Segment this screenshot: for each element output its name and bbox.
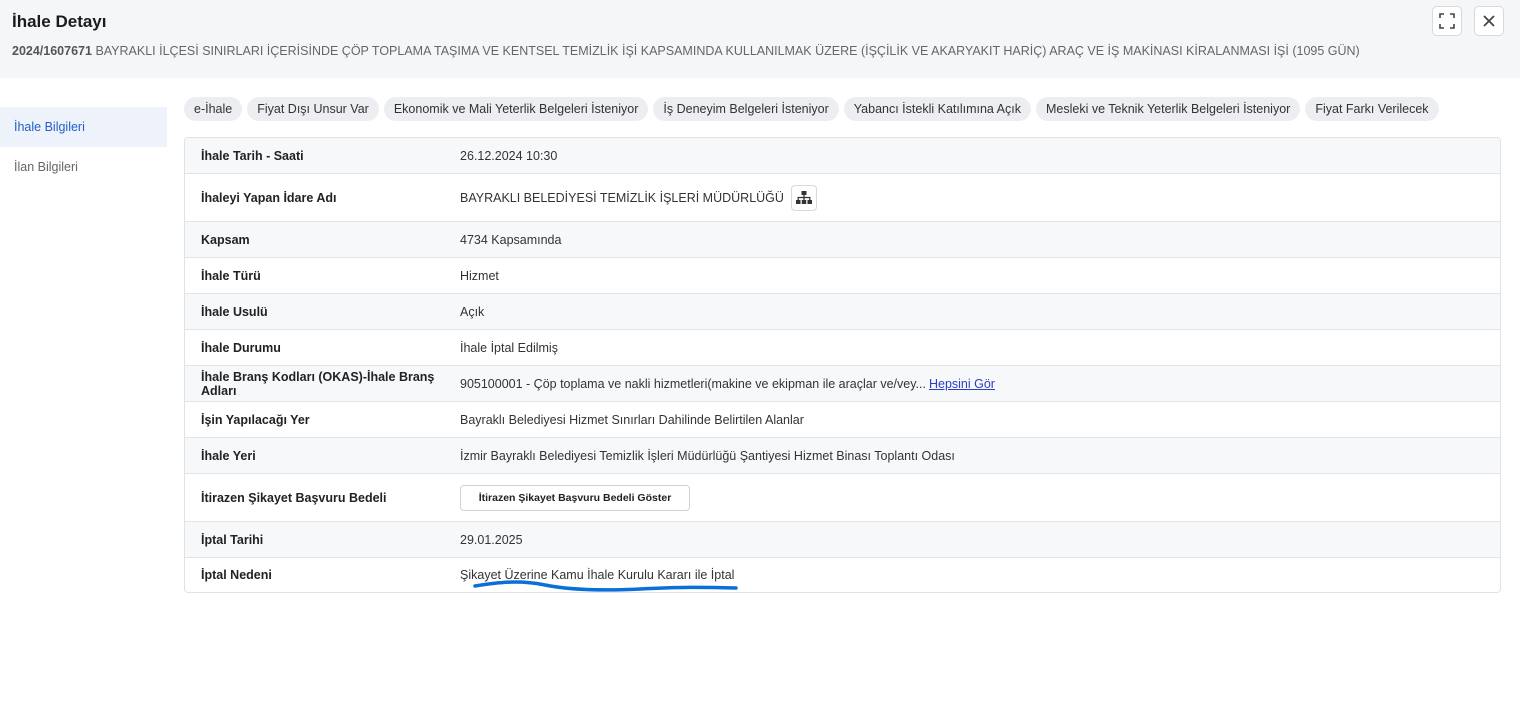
tender-subtitle: 2024/1607671 BAYRAKLI İLÇESİ SINIRLARI İ… [12, 44, 1360, 58]
tag-chip: Yabancı İstekli Katılımına Açık [843, 97, 1031, 121]
tag-chip: Fiyat Dışı Unsur Var [247, 97, 379, 121]
row-label: İhale Usulü [201, 304, 268, 319]
tag-chip: e-İhale [184, 97, 243, 121]
authority-name: BAYRAKLI BELEDİYESİ TEMİZLİK İŞLERİ MÜDÜ… [460, 190, 784, 205]
row-label: Kapsam [201, 232, 250, 247]
table-row: Kapsam 4734 Kapsamında [185, 222, 1500, 258]
modal-header: İhale Detayı 2024/1607671 BAYRAKLI İLÇES… [0, 0, 1520, 78]
tag-chip: İş Deneyim Belgeleri İsteniyor [653, 97, 839, 121]
expand-button[interactable] [1432, 6, 1462, 36]
sidebar-item-ilan-bilgileri[interactable]: İlan Bilgileri [0, 147, 167, 187]
table-row: İhale Usulü Açık [185, 294, 1500, 330]
table-row: İhale Yeri İzmir Bayraklı Belediyesi Tem… [185, 438, 1500, 474]
org-chart-button[interactable] [790, 184, 817, 211]
row-value: Bayraklı Belediyesi Hizmet Sınırları Dah… [460, 412, 804, 427]
tender-tags: e-İhale Fiyat Dışı Unsur Var Ekonomik ve… [184, 97, 1439, 121]
show-all-link[interactable]: Hepsini Gör [929, 377, 995, 391]
close-icon [1483, 15, 1495, 27]
row-label: İhale Yeri [201, 448, 256, 463]
tag-chip: Mesleki ve Teknik Yeterlik Belgeleri İst… [1035, 97, 1301, 121]
tag-chip: Fiyat Farkı Verilecek [1305, 97, 1439, 121]
row-label: İhale Tarih - Saati [201, 148, 304, 163]
row-value: İzmir Bayraklı Belediyesi Temizlik İşler… [460, 448, 955, 463]
show-complaint-fee-button[interactable]: İtirazen Şikayet Başvuru Bedeli Göster [460, 484, 690, 511]
row-value: Açık [460, 304, 485, 319]
okas-codes: 905100001 - Çöp toplama ve nakli hizmetl… [460, 376, 926, 391]
row-value: 29.01.2025 [460, 532, 523, 547]
tender-ikn: 2024/1607671 [12, 44, 92, 58]
close-button[interactable] [1474, 6, 1504, 36]
row-label: İhale Branş Kodları (OKAS)-İhale Branş A… [201, 369, 435, 398]
row-value: İhale İptal Edilmiş [460, 340, 558, 355]
details-table: İhale Tarih - Saati 26.12.2024 10:30 İha… [184, 137, 1501, 593]
table-row: İhale Branş Kodları (OKAS)-İhale Branş A… [185, 366, 1500, 402]
sidebar: İhale Bilgileri İlan Bilgileri [0, 107, 167, 187]
sidebar-item-ihale-bilgileri[interactable]: İhale Bilgileri [0, 107, 167, 147]
table-row: İhale Tarih - Saati 26.12.2024 10:30 [185, 138, 1500, 174]
row-label: İtirazen Şikayet Başvuru Bedeli [201, 490, 387, 505]
row-label: İşin Yapılacağı Yer [201, 412, 310, 427]
row-value: İtirazen Şikayet Başvuru Bedeli Göster [460, 484, 1500, 511]
table-row: İptal Tarihi 29.01.2025 [185, 522, 1500, 558]
row-label: İhale Türü [201, 268, 261, 283]
table-row: İhaleyi Yapan İdare Adı BAYRAKLI BELEDİY… [185, 174, 1500, 222]
tag-chip: Ekonomik ve Mali Yeterlik Belgeleri İste… [383, 97, 649, 121]
row-value: Hizmet [460, 268, 499, 283]
tender-name: BAYRAKLI İLÇESİ SINIRLARI İÇERİSİNDE ÇÖP… [95, 44, 1360, 58]
table-row: İtirazen Şikayet Başvuru Bedeli İtirazen… [185, 474, 1500, 522]
table-row: İhale Durumu İhale İptal Edilmiş [185, 330, 1500, 366]
row-value: Şikayet Üzerine Kamu İhale Kurulu Kararı… [460, 568, 735, 582]
row-label: İhaleyi Yapan İdare Adı [201, 190, 337, 205]
table-row: İptal Nedeni Şikayet Üzerine Kamu İhale … [185, 558, 1500, 592]
row-value: 4734 Kapsamında [460, 232, 562, 247]
row-value: BAYRAKLI BELEDİYESİ TEMİZLİK İŞLERİ MÜDÜ… [460, 184, 1500, 211]
row-value: 905100001 - Çöp toplama ve nakli hizmetl… [460, 377, 1500, 391]
table-row: İhale Türü Hizmet [185, 258, 1500, 294]
table-row: İşin Yapılacağı Yer Bayraklı Belediyesi … [185, 402, 1500, 438]
row-label: İptal Tarihi [201, 532, 264, 547]
row-value: 26.12.2024 10:30 [460, 148, 558, 163]
row-label: İhale Durumu [201, 340, 281, 355]
sitemap-icon [795, 190, 812, 204]
modal-title: İhale Detayı [12, 12, 107, 31]
row-label: İptal Nedeni [201, 568, 272, 582]
expand-icon [1439, 13, 1455, 29]
